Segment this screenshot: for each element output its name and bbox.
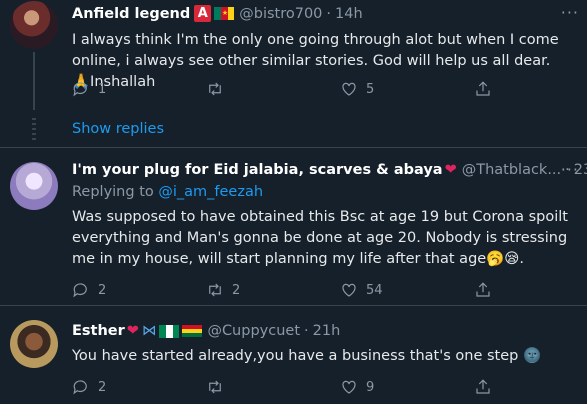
- like-button[interactable]: 9: [340, 378, 474, 396]
- timestamp[interactable]: 14h: [335, 6, 363, 22]
- tweet-2[interactable]: I'm your plug for Eid jalabia, scarves &…: [0, 147, 587, 305]
- tweet-1[interactable]: Anfield legend A ★ @bistro700 · 14h ··· …: [0, 0, 587, 140]
- retweet-icon: [209, 380, 221, 394]
- retweet-icon: [209, 82, 221, 96]
- retweet-icon: [209, 283, 221, 297]
- share-icon: [476, 81, 490, 96]
- avatar[interactable]: [10, 320, 58, 368]
- tweet-header: Esther ❤ ⋈ @Cuppycuet · 21h: [72, 323, 341, 339]
- more-icon[interactable]: ···: [561, 3, 579, 22]
- retweet-button[interactable]: [206, 80, 340, 98]
- tweet-3[interactable]: Esther ❤ ⋈ @Cuppycuet · 21h You have sta…: [0, 305, 587, 404]
- action-bar: 1 5: [72, 80, 587, 98]
- thread-line: [33, 52, 35, 110]
- show-replies-link[interactable]: Show replies: [72, 121, 164, 137]
- display-name[interactable]: I'm your plug for Eid jalabia, scarves &…: [72, 162, 443, 178]
- mention-link[interactable]: @i_am_feezah: [158, 184, 263, 200]
- heart-icon: [342, 283, 356, 297]
- replying-to: Replying to @i_am_feezah: [72, 184, 264, 200]
- reply-icon: [73, 283, 87, 298]
- tweet-text: Was supposed to have obtained this Bsc a…: [72, 209, 568, 267]
- avatar[interactable]: [10, 1, 58, 49]
- handle[interactable]: @Thatblack...: [462, 162, 561, 178]
- like-button[interactable]: 54: [340, 281, 474, 299]
- red-heart-icon: ❤: [126, 323, 139, 339]
- heart-icon: [342, 82, 356, 96]
- action-bar: 2 9: [72, 378, 587, 396]
- more-icon[interactable]: ···: [561, 160, 579, 179]
- retweet-button[interactable]: [206, 378, 340, 396]
- tweet-text: You have started already,you have a busi…: [72, 348, 542, 364]
- avatar[interactable]: [10, 162, 58, 210]
- share-button[interactable]: [474, 281, 587, 299]
- handle[interactable]: @bistro700: [239, 6, 322, 22]
- cameroon-flag-icon: ★: [214, 7, 235, 20]
- timestamp[interactable]: 21h: [313, 323, 341, 339]
- handle[interactable]: @Cuppycuet: [207, 323, 300, 339]
- like-button[interactable]: 5: [340, 80, 474, 98]
- ghana-flag-icon: [182, 324, 203, 338]
- reply-button[interactable]: 2: [72, 281, 206, 299]
- letter-a-badge: A: [194, 5, 212, 22]
- action-bar: 2 2 54: [72, 281, 587, 299]
- retweet-button[interactable]: 2: [206, 281, 340, 299]
- tweet-header: Anfield legend A ★ @bistro700 · 14h: [72, 5, 363, 22]
- heart-icon: [342, 380, 356, 394]
- butterfly-icon: ⋈: [141, 323, 157, 339]
- share-button[interactable]: [474, 80, 587, 98]
- red-heart-icon: ❤: [444, 162, 457, 178]
- tweet-header: I'm your plug for Eid jalabia, scarves &…: [72, 162, 587, 178]
- reply-icon: [73, 82, 87, 97]
- reply-button[interactable]: 1: [72, 80, 206, 98]
- display-name[interactable]: Esther: [72, 323, 125, 339]
- thread-dots: [32, 118, 36, 140]
- reply-icon: [73, 380, 87, 395]
- share-icon: [476, 282, 490, 297]
- share-icon: [476, 379, 490, 394]
- nigeria-flag-icon: [159, 324, 180, 338]
- display-name[interactable]: Anfield legend: [72, 6, 190, 22]
- share-button[interactable]: [474, 378, 587, 396]
- reply-button[interactable]: 2: [72, 378, 206, 396]
